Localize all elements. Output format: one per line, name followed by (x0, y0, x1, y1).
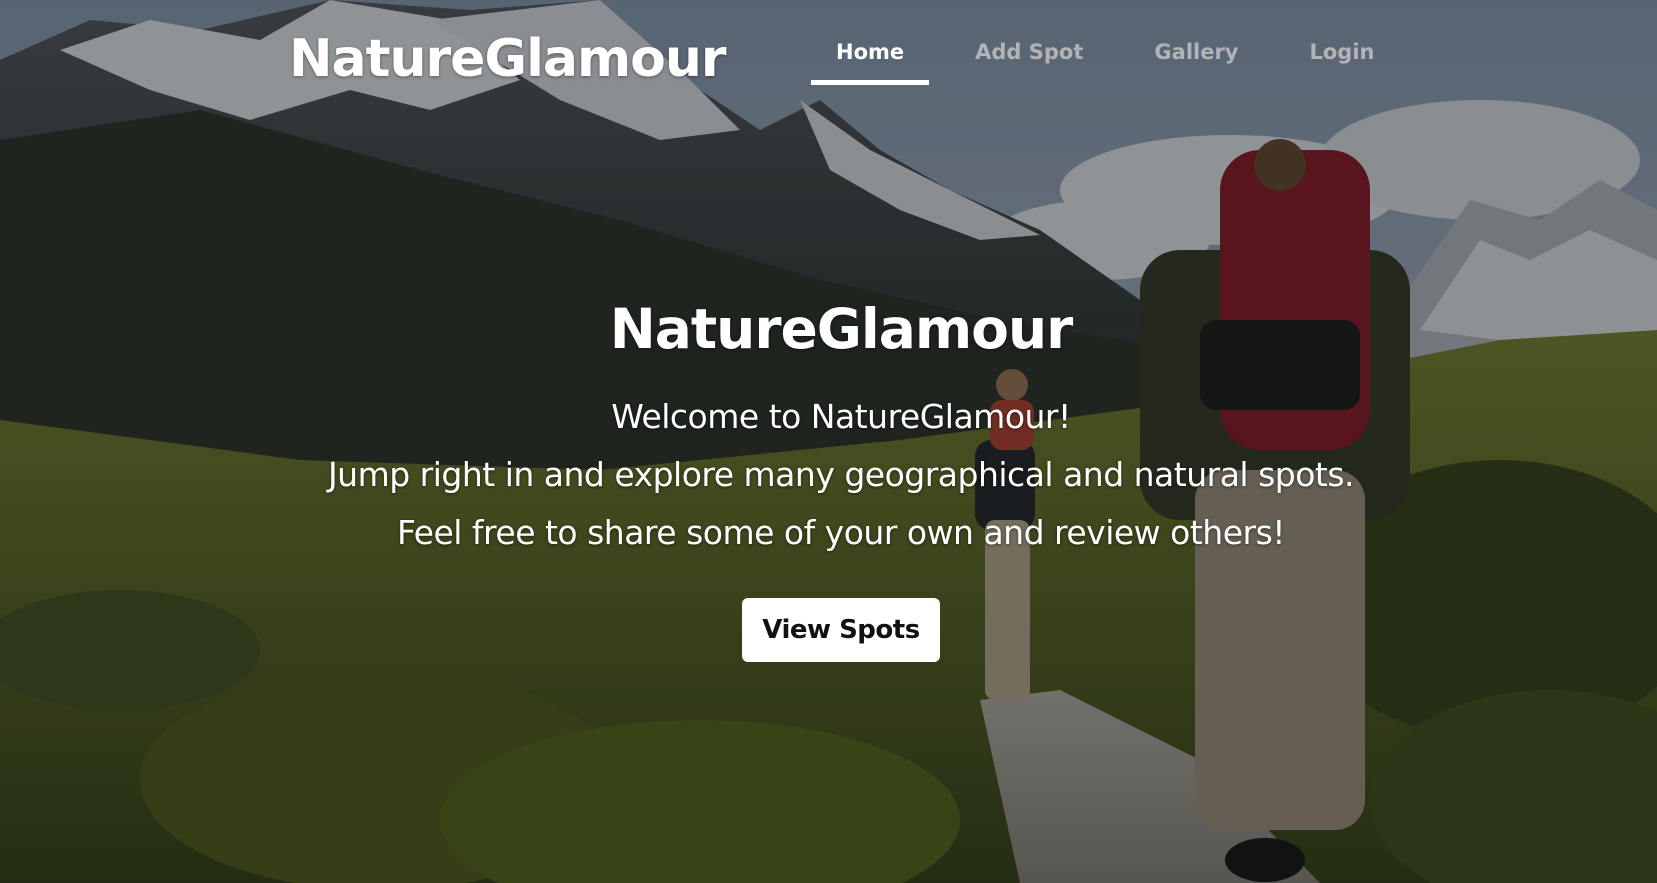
share-line: Feel free to share some of your own and … (396, 513, 1286, 552)
nav-home[interactable]: Home (811, 30, 930, 85)
hero-title: NatureGlamour (609, 297, 1074, 361)
explore-line: Jump right in and explore many geographi… (327, 455, 1355, 494)
view-spots-button[interactable]: View Spots (742, 598, 940, 662)
brand-logo[interactable]: NatureGlamour (289, 26, 727, 92)
nav-login[interactable]: Login (1285, 30, 1400, 74)
welcome-line: Welcome to NatureGlamour! (611, 397, 1071, 436)
hero-lead: Welcome to NatureGlamour! Jump right in … (0, 388, 1657, 562)
nav-add-spot[interactable]: Add Spot (950, 30, 1108, 74)
site-header: NatureGlamour Home Add Spot Gallery Logi… (0, 0, 1657, 100)
hero-content: NatureGlamour Welcome to NatureGlamour! … (0, 288, 1657, 662)
nav-gallery[interactable]: Gallery (1129, 30, 1263, 74)
main-nav: Home Add Spot Gallery Login (811, 30, 1400, 86)
hero-section: NatureGlamour Home Add Spot Gallery Logi… (0, 0, 1657, 883)
